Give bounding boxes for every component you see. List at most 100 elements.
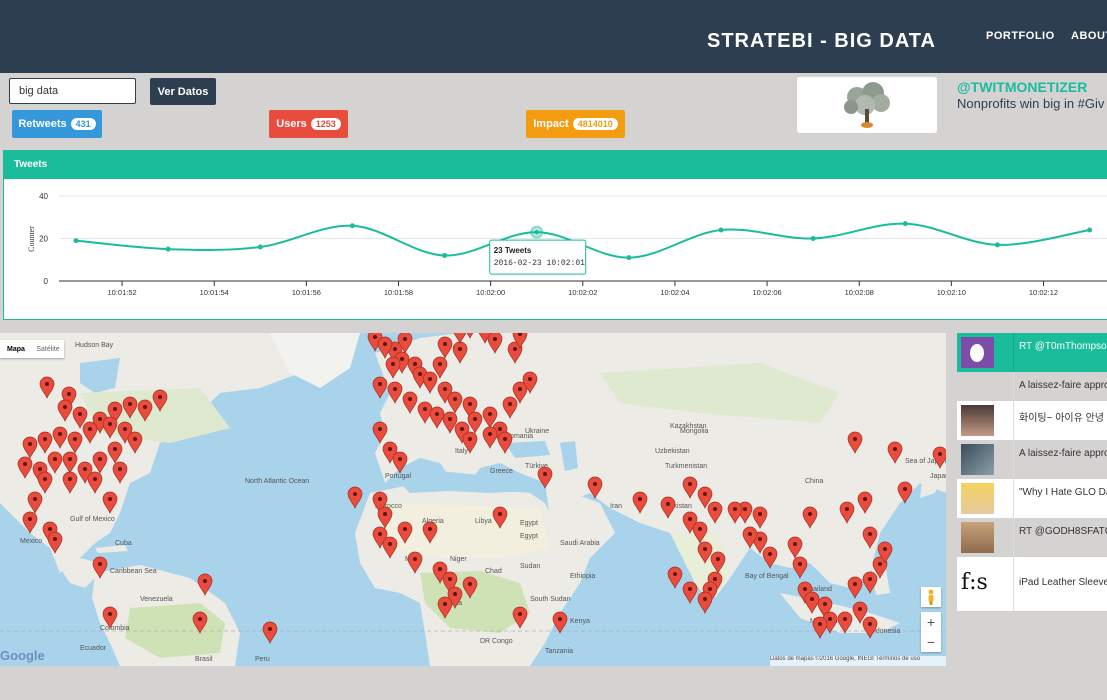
user-photo-avatar (961, 522, 994, 553)
y-tick-label: 0 (44, 277, 49, 286)
world-map[interactable]: Hudson Bay North Atlantic Ocean Gulf of Me… (0, 333, 946, 666)
y-tick-label: 20 (39, 235, 48, 244)
impact-label: Impact (533, 118, 569, 130)
map-place-label: Bay of Bengal (745, 573, 789, 580)
google-logo: Google (0, 648, 45, 663)
tweet-text: A laissez-faire appro (1019, 380, 1107, 391)
user-photo-avatar (961, 405, 994, 436)
retweets-label: Retweets (18, 118, 67, 130)
map-attribution[interactable]: Datos de mapas ©2016 Google, INEGI Térmi… (770, 656, 946, 666)
zoom-in-button[interactable]: + (921, 612, 941, 632)
map-place-label: Turkmenistan (665, 463, 707, 470)
retweets-count-badge: 431 (70, 118, 96, 130)
x-tick-label: 10:02:12 (1029, 288, 1058, 297)
tweet-list: RT @T0mThompson A laissez-faire appro 화이… (957, 333, 1107, 611)
map-place-label: Italy (455, 448, 468, 455)
map-place-label: Mexico (20, 538, 42, 545)
map-place-label: Peru (255, 656, 270, 663)
users-count-badge: 1253 (310, 118, 341, 130)
map-place-label: Ecuador (80, 645, 107, 652)
tweet-row[interactable]: RT @T0mThompson (957, 333, 1107, 372)
data-point (626, 255, 632, 261)
map-place-label: DR Congo (480, 638, 513, 645)
x-tick-label: 10:02:04 (660, 288, 689, 297)
panel-header: Tweets (4, 151, 1107, 179)
tweet-row[interactable]: RT @GODH8SFATG (957, 518, 1107, 557)
top-navbar (0, 0, 1107, 73)
featured-tweet-handle[interactable]: @TWITMONETIZER (957, 79, 1087, 95)
map-place-label: Egypt (520, 520, 538, 527)
x-tick-label: 10:01:54 (200, 288, 229, 297)
tweet-text: RT @GODH8SFATG (1019, 526, 1107, 537)
map-place-label: China (805, 478, 823, 485)
map-type-control[interactable]: Mapa Satélite (0, 340, 64, 358)
tweet-row[interactable]: f:s iPad Leather Sleeve (957, 557, 1107, 611)
map-place-label: Portugal (385, 473, 412, 480)
map-place-label: Caribbean Sea (110, 568, 157, 575)
tweet-row[interactable]: A laissez-faire appro (957, 440, 1107, 479)
y-tick-label: 40 (39, 192, 48, 201)
map-place-label: Kenya (570, 618, 590, 625)
tweet-text: "Why I Hate GLO Da (1019, 487, 1107, 498)
map-place-label: Gulf of Mexico (70, 516, 115, 523)
map-place-label: South Sudan (530, 596, 571, 603)
tweets-chart-panel: Tweets 0 20 40 Counter 10:01:52 10:01:54 10:01… (3, 150, 1107, 320)
tweet-row[interactable]: "Why I Hate GLO Da (957, 479, 1107, 518)
map-type-mapa[interactable]: Mapa (0, 346, 32, 353)
tooltip-subtitle: 2016-02-23 10:02:01 (494, 259, 585, 268)
tweet-row[interactable]: 화이팅~ 아이유 안녕 (957, 401, 1107, 440)
egg-avatar-icon (961, 337, 994, 368)
fs-logo-avatar: f:s (961, 570, 988, 595)
tweet-text: RT @T0mThompson (1019, 341, 1107, 352)
data-point (994, 242, 1000, 248)
map-place-label: Uzbekistan (655, 448, 690, 455)
data-point (534, 229, 540, 235)
users-button[interactable]: Users 1253 (269, 110, 348, 138)
map-place-label: Cuba (115, 540, 132, 547)
map-place-label: Egypt (520, 533, 538, 540)
street-view-pegman-icon[interactable] (921, 587, 941, 607)
nav-about[interactable]: ABOUT (1071, 30, 1107, 42)
users-label: Users (276, 118, 307, 130)
data-point (165, 246, 171, 252)
impact-button[interactable]: Impact 4814010 (526, 110, 625, 138)
data-point (73, 238, 79, 244)
retweets-button[interactable]: Retweets 431 (12, 110, 102, 138)
map-place-label: Brasil (195, 656, 213, 663)
x-tick-label: 10:02:02 (568, 288, 597, 297)
x-tick-label: 10:02:06 (752, 288, 781, 297)
data-point (257, 244, 263, 250)
map-place-label: Colombia (100, 625, 130, 632)
data-point (349, 223, 355, 229)
map-type-satellite[interactable]: Satélite (32, 346, 64, 353)
data-point (1087, 227, 1093, 233)
tweet-text: 화이팅~ 아이유 안녕 (1019, 413, 1104, 424)
map-place-label: Tanzania (545, 648, 573, 655)
tweets-line-chart[interactable]: 0 20 40 Counter 10:01:52 10:01:54 10:01:56 10:0… (4, 179, 1107, 320)
user-photo-avatar (961, 444, 994, 475)
data-point (718, 227, 724, 233)
map-place-label: Mongolia (680, 428, 709, 435)
map-place-label: Libya (475, 518, 492, 525)
x-tick-label: 10:01:58 (384, 288, 413, 297)
data-point (902, 221, 908, 227)
map-place-label: Chad (485, 568, 502, 575)
brand-title[interactable]: STRATEBI - BIG DATA (707, 30, 936, 53)
ver-datos-button[interactable]: Ver Datos (150, 78, 216, 105)
x-tick-label: 10:01:52 (107, 288, 136, 297)
map-place-label: Venezuela (140, 596, 173, 603)
map-place-label: Sudan (520, 563, 540, 570)
x-tick-label: 10:01:56 (292, 288, 321, 297)
featured-tweet-text: Nonprofits win big in #Giv (957, 96, 1105, 111)
map-place-label: Hudson Bay (75, 342, 114, 349)
search-input[interactable] (9, 78, 136, 104)
data-point (442, 253, 448, 258)
money-tree-logo (797, 77, 937, 133)
map-place-label: North Atlantic Ocean (245, 478, 309, 485)
impact-count-badge: 4814010 (572, 118, 618, 130)
nav-portfolio[interactable]: PORTFOLIO (986, 30, 1055, 42)
map-place-label: Niger (450, 556, 467, 563)
map-place-label: Iran (610, 503, 622, 510)
panel-title: Tweets (14, 159, 48, 170)
zoom-out-button[interactable]: − (921, 632, 941, 652)
